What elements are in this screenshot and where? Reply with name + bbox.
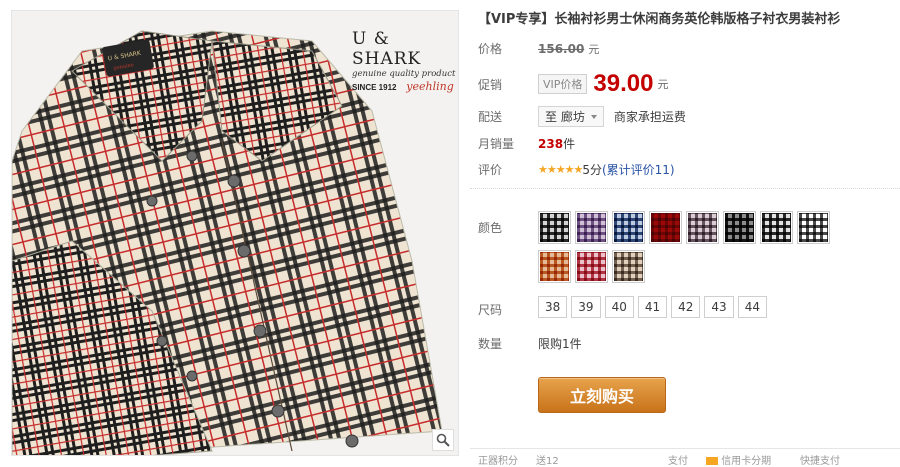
swatch-image xyxy=(799,213,828,242)
color-swatch-red-black[interactable] xyxy=(649,211,682,244)
size-option-42[interactable]: 42 xyxy=(671,296,701,318)
promo-row: 促销 VIP价格 39.00 元 xyxy=(478,70,668,98)
color-swatch-white-check[interactable] xyxy=(797,211,830,244)
swatch-image xyxy=(725,213,754,242)
color-swatch-beige-check[interactable] xyxy=(612,250,645,283)
brand-logo: U & SHARK genuine quality product SINCE … xyxy=(352,29,458,93)
color-swatch-black-white-check[interactable] xyxy=(538,211,571,244)
rating-score: 5分 xyxy=(582,163,602,177)
bottom-info-strip: 正器积分 送12 支付 信用卡分期 快捷支付 xyxy=(470,448,900,467)
size-row: 尺码 xyxy=(478,301,538,318)
size-option-44[interactable]: 44 xyxy=(737,296,767,318)
color-swatches xyxy=(538,211,868,289)
product-title: 【VIP专享】长袖衬衫男士休闲商务英伦韩版格子衬衣男装衬衫 xyxy=(478,12,841,27)
swatch-image xyxy=(651,213,680,242)
rating-row: 评价 ★★★★★ 5分 (累计评价11) xyxy=(478,161,675,178)
sales-row: 月销量 238 件 xyxy=(478,135,575,152)
chevron-down-icon xyxy=(590,114,597,119)
sales-label: 月销量 xyxy=(478,137,515,151)
shipping-row: 配送 至 廊坊 商家承担运费 xyxy=(478,106,686,127)
quantity-label: 数量 xyxy=(478,337,503,351)
color-label: 颜色 xyxy=(478,221,503,235)
magnifier-icon xyxy=(436,433,450,447)
promo-unit: 元 xyxy=(657,78,669,91)
quantity-limit-note: 限购1件 xyxy=(538,337,582,351)
size-option-38[interactable]: 38 xyxy=(538,296,568,318)
installment-label: 信用卡分期 xyxy=(721,456,772,467)
swatch-image xyxy=(540,252,569,281)
size-options: 38 39 40 41 42 43 44 xyxy=(538,296,767,318)
review-count-link[interactable]: (累计评价11) xyxy=(602,161,675,178)
color-swatch-black-check[interactable] xyxy=(723,211,756,244)
vip-price-badge: VIP价格 xyxy=(538,74,588,94)
color-swatch-dark-check[interactable] xyxy=(760,211,793,244)
swatch-image xyxy=(614,213,643,242)
size-option-39[interactable]: 39 xyxy=(571,296,601,318)
color-swatch-gray-pink-check[interactable] xyxy=(686,211,719,244)
size-option-41[interactable]: 41 xyxy=(637,296,668,318)
location-select[interactable]: 至 廊坊 xyxy=(538,106,604,127)
brand-since: SINCE 1912 xyxy=(352,83,397,92)
color-row: 颜色 xyxy=(478,219,538,236)
size-label: 尺码 xyxy=(478,303,503,317)
price-label: 价格 xyxy=(478,42,503,56)
promo-label: 促销 xyxy=(478,77,503,92)
sales-count: 238 xyxy=(538,136,564,151)
star-rating-icon: ★★★★★ xyxy=(538,163,583,176)
price-unit: 元 xyxy=(588,42,600,56)
swatch-image xyxy=(540,213,569,242)
quantity-row: 数量 限购1件 xyxy=(478,335,582,352)
card-icon xyxy=(706,457,718,465)
promo-price: 39.00 xyxy=(593,70,654,97)
price-row: 价格 156.00 元 xyxy=(478,40,599,57)
swatch-image xyxy=(577,213,606,242)
color-swatch-orange-check[interactable] xyxy=(538,250,571,283)
brand-signature: yeehling xyxy=(406,80,454,93)
swatch-image xyxy=(688,213,717,242)
color-swatch-blue-check[interactable] xyxy=(612,211,645,244)
zoom-button[interactable] xyxy=(432,429,454,451)
swatch-image xyxy=(762,213,791,242)
brand-name: U & SHARK xyxy=(352,29,422,69)
swatch-image xyxy=(614,252,643,281)
options-panel: 颜色 尺码 38 39 40 41 42 43 44 数量 限购1件 立刻购买 xyxy=(470,188,900,438)
product-image[interactable]: U & SHARK genuine U & SHARK genuine qual… xyxy=(11,10,459,456)
brand-tagline: genuine quality product xyxy=(352,69,456,79)
original-price: 156.00 xyxy=(538,41,585,56)
location-value: 至 廊坊 xyxy=(545,110,585,124)
shipping-label: 配送 xyxy=(478,110,503,124)
sales-unit: 件 xyxy=(563,137,576,151)
rating-label: 评价 xyxy=(478,163,503,177)
swatch-image xyxy=(577,252,606,281)
size-option-40[interactable]: 40 xyxy=(604,296,634,318)
shipping-note: 商家承担运费 xyxy=(613,110,686,124)
size-option-43[interactable]: 43 xyxy=(704,296,734,318)
buy-now-button[interactable]: 立刻购买 xyxy=(538,377,666,413)
color-swatch-purple-check[interactable] xyxy=(575,211,608,244)
color-swatch-red-white-check[interactable] xyxy=(575,250,608,283)
